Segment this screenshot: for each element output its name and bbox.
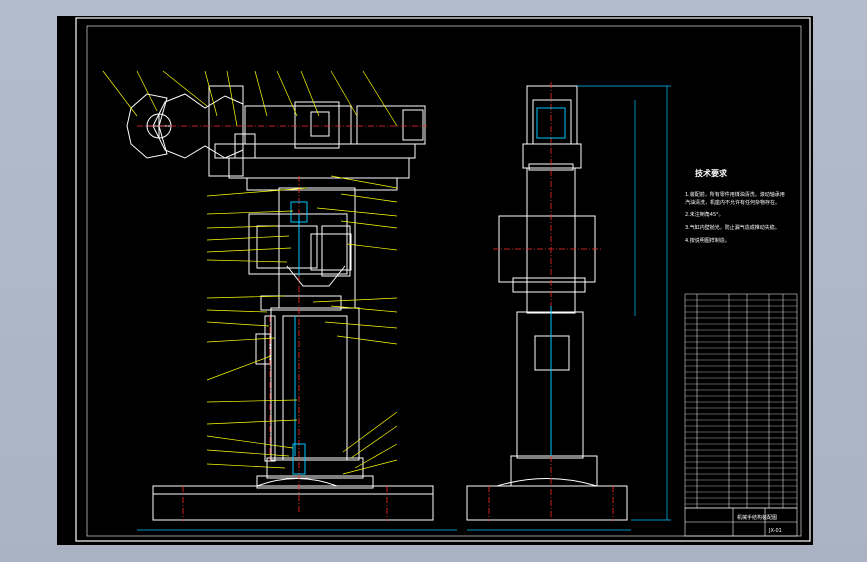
tech-req-line-2: 汽油清洗，机座内不允许有任何杂物存在。 (685, 199, 780, 206)
dimension-lines (137, 85, 671, 531)
tech-req-line-5: 4.按说明图样制造。 (685, 237, 730, 244)
title-block-number: JX-01 (768, 528, 782, 534)
tech-req-line-1: 1.装配前，所有零件用煤油清洗，滚动轴承用 (685, 191, 785, 198)
front-leaders (102, 70, 398, 475)
front-view (126, 85, 434, 521)
tech-req-line-4: 3.气缸内壁抛光，防止漏气造成推动失稳。 (685, 224, 780, 231)
tech-req-heading: 技术要求 (695, 168, 728, 178)
side-view (466, 85, 628, 521)
technical-requirements: 技术要求 1.装配前，所有零件用煤油清洗，滚动轴承用 汽油清洗，机座内不允许有任… (685, 168, 785, 244)
outer-border (75, 17, 811, 542)
inner-border (86, 25, 802, 537)
drawing-sheet: 技术要求 1.装配前，所有零件用煤油清洗，滚动轴承用 汽油清洗，机座内不允许有任… (57, 16, 813, 545)
tech-req-line-3: 2.未注倒角45°。 (685, 211, 724, 218)
title-block-name: 机械手结构装配图 (737, 514, 777, 521)
parts-list-table (684, 293, 798, 509)
assembly-drawing: 技术要求 1.装配前，所有零件用煤油清洗，滚动轴承用 汽油清洗，机座内不允许有任… (75, 17, 811, 542)
parts-list-rows (685, 299, 797, 505)
